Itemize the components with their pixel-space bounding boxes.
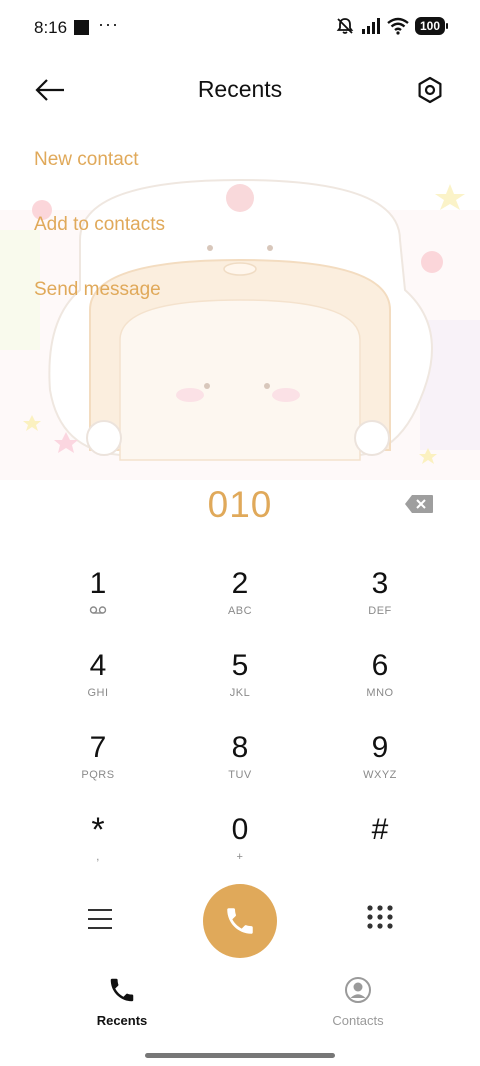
tab-recents[interactable]: Recents	[62, 975, 182, 1028]
status-bar: 8:16 ··· 100	[0, 0, 480, 56]
key-9[interactable]: 9 WXYZ	[310, 730, 450, 806]
battery-icon: 100	[414, 17, 448, 35]
bottom-navigation: Recents Contacts	[0, 975, 480, 1035]
menu-button[interactable]	[84, 903, 116, 935]
key-letters: PQRS	[81, 769, 115, 781]
phone-icon	[227, 908, 253, 934]
key-6[interactable]: 6 MNO	[310, 648, 450, 724]
key-3[interactable]: 3 DEF	[310, 566, 450, 642]
status-time: 8:16	[34, 18, 68, 37]
key-1[interactable]: 1	[28, 566, 168, 642]
signal-icon	[361, 18, 380, 34]
key-8[interactable]: 8 TUV	[170, 730, 310, 806]
key-letters: ABC	[227, 605, 253, 617]
battery-level: 100	[414, 17, 445, 35]
muted-bell-icon	[336, 18, 354, 34]
key-letters: +	[236, 851, 244, 863]
key-digit: 4	[89, 649, 107, 682]
key-digit: 3	[371, 567, 389, 600]
tab-contacts[interactable]: Contacts	[298, 975, 418, 1028]
key-star[interactable]: * ,	[28, 812, 168, 888]
notification-square-icon	[74, 20, 89, 35]
phone-icon	[110, 978, 134, 1002]
key-digit: *	[91, 811, 105, 849]
key-digit: #	[371, 813, 389, 846]
add-to-contacts-action[interactable]: Add to contacts	[34, 214, 165, 236]
tab-recents-label: Recents	[96, 1013, 148, 1028]
key-digit: 7	[89, 731, 107, 764]
key-letters: TUV	[228, 769, 252, 781]
dialpad-icon	[367, 905, 393, 929]
key-digit: 5	[231, 649, 249, 682]
header: Recents	[0, 60, 480, 120]
key-digit: 0	[231, 813, 249, 846]
tab-contacts-label: Contacts	[332, 1013, 384, 1028]
wifi-icon	[387, 17, 409, 35]
hexagon-gear-icon	[418, 76, 442, 104]
key-hash[interactable]: #	[310, 812, 450, 888]
person-circle-icon	[345, 977, 371, 1003]
new-contact-action[interactable]: New contact	[34, 149, 139, 171]
key-letters: MNO	[366, 687, 394, 699]
call-button[interactable]	[203, 884, 277, 958]
key-digit: 6	[371, 649, 389, 682]
backspace-icon	[405, 495, 433, 513]
voicemail-icon	[28, 605, 168, 618]
key-2[interactable]: 2 ABC	[170, 566, 310, 642]
key-digit: 2	[231, 567, 249, 600]
home-indicator[interactable]	[145, 1053, 335, 1058]
settings-button[interactable]	[410, 70, 450, 110]
key-4[interactable]: 4 GHI	[28, 648, 168, 724]
backspace-button[interactable]	[404, 494, 434, 514]
key-0[interactable]: 0 +	[170, 812, 310, 888]
key-digit: 9	[371, 731, 389, 764]
dialpad-button[interactable]	[364, 903, 396, 935]
key-letters: WXYZ	[363, 769, 397, 781]
key-5[interactable]: 5 JKL	[170, 648, 310, 724]
page-title: Recents	[197, 76, 283, 102]
status-icons: 100	[335, 16, 448, 36]
key-7[interactable]: 7 PQRS	[28, 730, 168, 806]
key-letters: GHI	[87, 687, 109, 699]
key-letters: JKL	[229, 687, 251, 699]
key-letters: ,	[96, 851, 100, 863]
key-digit: 1	[89, 567, 107, 600]
send-message-action[interactable]: Send message	[34, 279, 161, 301]
key-digit: 8	[231, 731, 249, 764]
hamburger-menu-icon	[88, 909, 112, 929]
key-letters: DEF	[368, 605, 392, 617]
status-more-dots: ···	[98, 14, 119, 34]
